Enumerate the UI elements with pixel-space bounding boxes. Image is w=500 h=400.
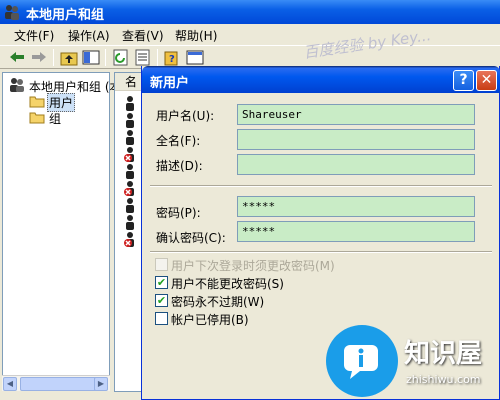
username-field[interactable]: Shareuser	[237, 104, 475, 125]
divider	[150, 185, 492, 187]
username-label: 用户名(U):	[156, 109, 215, 123]
tree-root[interactable]: 本地用户和组 (本	[29, 78, 122, 95]
back-arrow-icon[interactable]	[8, 49, 26, 66]
show-tree-icon[interactable]	[82, 49, 100, 66]
toolbar-separator	[157, 49, 158, 66]
cannot-change-password-checkbox[interactable]: ✔	[155, 276, 168, 289]
description-field[interactable]	[237, 154, 475, 175]
info-icon	[344, 345, 378, 379]
tree-horizontal-scrollbar[interactable]: ◀ ▶	[2, 375, 110, 391]
site-logo: 知识屋 zhishiwu.com	[326, 323, 500, 400]
menu-file[interactable]: 文件(F)	[14, 27, 54, 44]
divider	[150, 251, 492, 253]
dialog-title-bar[interactable]: 新用户 ? ✕	[142, 66, 500, 93]
disabled-user-icon[interactable]	[123, 180, 141, 196]
toolbar-separator	[105, 49, 106, 66]
close-icon[interactable]: ✕	[476, 70, 497, 91]
window-title: 本地用户和组	[26, 8, 105, 23]
logo-domain: zhishiwu.com	[406, 373, 481, 386]
scroll-thumb[interactable]	[20, 377, 104, 391]
disabled-user-icon[interactable]	[123, 231, 141, 247]
user-icon[interactable]	[123, 197, 141, 213]
users-icon	[5, 5, 19, 20]
scroll-right-icon[interactable]: ▶	[94, 377, 108, 391]
account-disabled-label: 帐户已停用(B)	[171, 313, 249, 327]
up-folder-icon[interactable]	[60, 49, 78, 66]
user-icon[interactable]	[123, 129, 141, 145]
fullname-field[interactable]	[237, 129, 475, 150]
toolbar-separator	[53, 49, 54, 66]
tree-item-groups[interactable]: 组	[49, 110, 61, 127]
disabled-user-icon[interactable]	[123, 146, 141, 162]
dialog-title: 新用户	[150, 76, 190, 91]
scroll-left-icon[interactable]: ◀	[3, 377, 17, 391]
refresh-icon[interactable]	[112, 49, 130, 66]
must-change-password-label: 用户下次登录时须更改密码(M)	[171, 259, 335, 273]
help-question-icon[interactable]: ?	[453, 70, 474, 91]
users-icon	[10, 78, 24, 92]
confirm-password-field[interactable]: *****	[237, 221, 475, 242]
main-title-bar: 本地用户和组	[0, 0, 500, 24]
logo-bubble	[326, 325, 398, 397]
cannot-change-password-label: 用户不能更改密码(S)	[171, 277, 284, 291]
password-never-expires-checkbox[interactable]: ✔	[155, 294, 168, 307]
fullname-label: 全名(F):	[156, 134, 201, 148]
menu-view[interactable]: 查看(V)	[122, 27, 164, 44]
password-label: 密码(P):	[156, 206, 201, 220]
password-never-expires-label: 密码永不过期(W)	[171, 295, 265, 309]
logo-brand: 知识屋	[404, 339, 483, 369]
menu-action[interactable]: 操作(A)	[68, 27, 110, 44]
user-icon[interactable]	[123, 214, 141, 230]
user-icon[interactable]	[123, 112, 141, 128]
confirm-password-label: 确认密码(C):	[156, 231, 226, 245]
help-book-icon[interactable]: ?	[164, 49, 182, 66]
forward-arrow-icon[interactable]	[30, 49, 48, 66]
user-icon[interactable]	[123, 95, 141, 111]
password-field[interactable]: *****	[237, 196, 475, 217]
svg-text:?: ?	[169, 54, 175, 65]
must-change-password-checkbox[interactable]	[155, 258, 168, 271]
tree-pane: 本地用户和组 (本 用户 组	[2, 72, 122, 390]
user-icon[interactable]	[123, 163, 141, 179]
account-disabled-checkbox[interactable]	[155, 312, 168, 325]
folder-icon	[29, 112, 45, 124]
properties-icon[interactable]	[186, 49, 204, 66]
menu-help[interactable]: 帮助(H)	[175, 27, 217, 44]
folder-icon	[29, 96, 45, 108]
export-list-icon[interactable]	[134, 49, 152, 66]
description-label: 描述(D):	[156, 159, 203, 173]
